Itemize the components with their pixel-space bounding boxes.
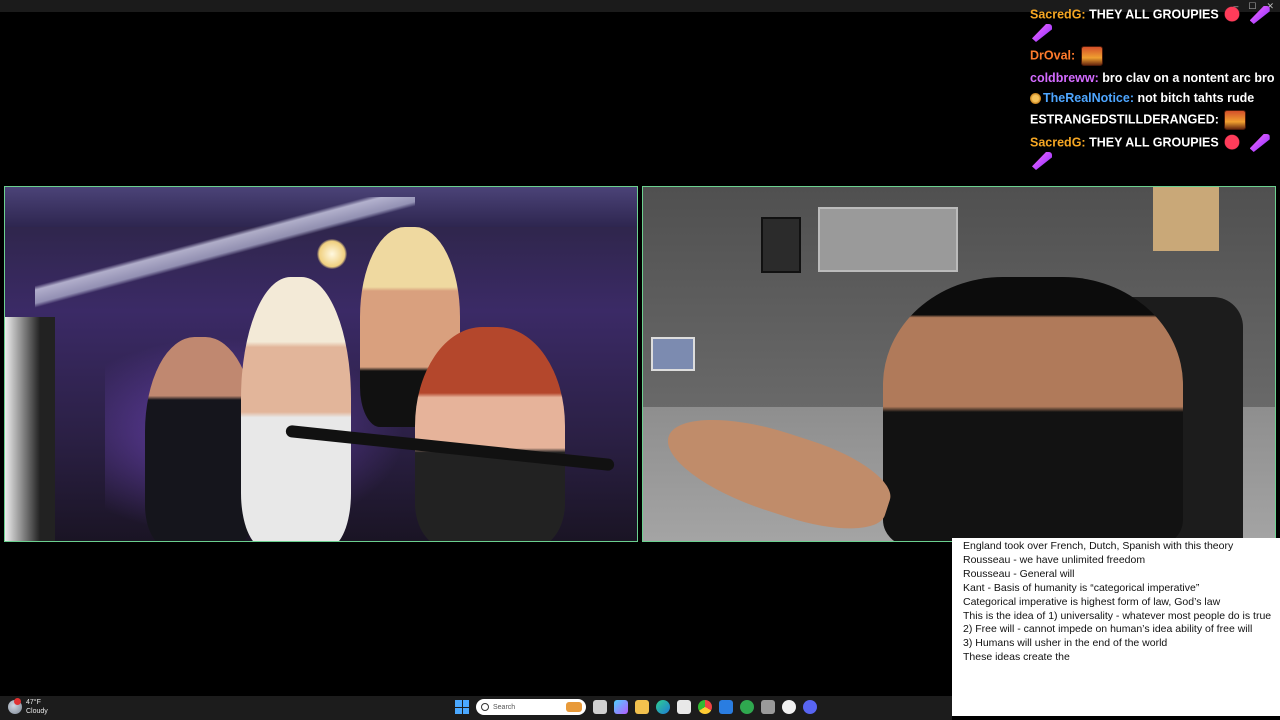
rocket-emote-icon (1249, 6, 1270, 24)
chat-username: SacredG (1030, 7, 1082, 22)
search-highlight-icon (566, 702, 582, 712)
store-icon[interactable] (677, 700, 691, 714)
chat-text: THEY ALL GROUPIES (1089, 7, 1219, 22)
rocket-emote-icon (1032, 152, 1052, 170)
note-line: These ideas create the (963, 651, 1070, 664)
note-line: Rousseau - we have unlimited freedom (963, 553, 1146, 566)
video-scene-stairs (35, 197, 415, 317)
note-line: Categorical imperative is highest form o… (963, 595, 1221, 608)
windows-start-icon[interactable] (455, 700, 469, 714)
note-line: Kant - Basis of humanity is “categorical… (963, 581, 1200, 594)
chat-text: not bitch tahts rude (1137, 91, 1255, 105)
video-person (241, 277, 351, 541)
chat-message: SacredG: THEY ALL GROUPIES (1030, 134, 1278, 170)
video-scene-monitor (651, 337, 695, 371)
chat-username: SacredG (1030, 135, 1082, 150)
video-person (145, 337, 255, 541)
rocket-emote-icon (1032, 24, 1052, 42)
note-line: This is the idea of 1) universality - wh… (963, 609, 1272, 622)
face-emote-icon (1080, 46, 1103, 66)
video-scene-picture-frame (761, 217, 801, 273)
video-scene-window (818, 207, 958, 272)
guest-video-feed (4, 186, 638, 542)
windows-taskbar: 47°F Cloudy Search (0, 696, 952, 720)
video-scene-lamp (317, 239, 347, 269)
shoe-emote-icon (1224, 134, 1245, 152)
video-scene-chair (5, 317, 55, 541)
face-emote-icon (1224, 110, 1247, 130)
chat-overlay: SacredG: THEY ALL GROUPIES DrOval: coldb… (1030, 6, 1278, 174)
chat-message: coldbreww: bro clav on a nontent arc bro (1030, 71, 1275, 85)
chat-text: THEY ALL GROUPIES (1089, 135, 1219, 150)
chat-message: SacredG: THEY ALL GROUPIES (1030, 6, 1278, 42)
chat-username: TheRealNotice (1043, 91, 1130, 105)
chat-message: TheRealNotice: not bitch tahts rude (1030, 90, 1278, 106)
chat-message: DrOval: (1030, 46, 1278, 66)
shoe-emote-icon (1224, 6, 1245, 24)
note-line: England took over French, Dutch, Spanish… (963, 540, 1234, 552)
task-view-icon[interactable] (593, 700, 607, 714)
xbox-icon[interactable] (740, 700, 754, 714)
chat-username: ESTRANGEDSTILLDERANGED (1030, 112, 1215, 127)
weather-temperature: 47°F (26, 699, 41, 706)
note-line: 2) Free will - cannot impede on human’s … (963, 623, 1253, 636)
note-line: Rousseau - General will (963, 567, 1075, 580)
video-scene-poster (1153, 187, 1219, 251)
chat-username: DrOval (1030, 48, 1071, 63)
note-line: 3) Humans will usher in the end of the w… (963, 637, 1168, 650)
chat-username: coldbreww (1030, 71, 1095, 85)
subscriber-badge-icon (1030, 93, 1041, 105)
chrome-icon[interactable] (698, 700, 712, 714)
cloud-icon (8, 698, 22, 714)
photos-icon[interactable] (761, 700, 775, 714)
file-explorer-icon[interactable] (635, 700, 649, 714)
chat-text: bro clav on a nontent arc bro (1102, 71, 1275, 85)
weather-widget[interactable]: 47°F Cloudy (8, 698, 48, 716)
search-icon (481, 703, 489, 711)
chat-message: ESTRANGEDSTILLDERANGED: (1030, 110, 1278, 130)
github-icon[interactable] (782, 700, 796, 714)
video-person (415, 327, 565, 541)
taskbar-search-input[interactable]: Search (476, 699, 586, 715)
discord-icon[interactable] (803, 700, 817, 714)
search-placeholder: Search (493, 703, 516, 711)
weather-alert-icon (14, 698, 21, 705)
streamer-person (883, 277, 1183, 541)
streamer-webcam-feed (642, 186, 1276, 542)
notes-panel[interactable]: England took over French, Dutch, Spanish… (952, 538, 1280, 716)
rocket-emote-icon (1249, 134, 1270, 152)
weather-description: Cloudy (26, 708, 48, 715)
copilot-icon[interactable] (614, 700, 628, 714)
vscode-icon[interactable] (719, 700, 733, 714)
edge-icon[interactable] (656, 700, 670, 714)
